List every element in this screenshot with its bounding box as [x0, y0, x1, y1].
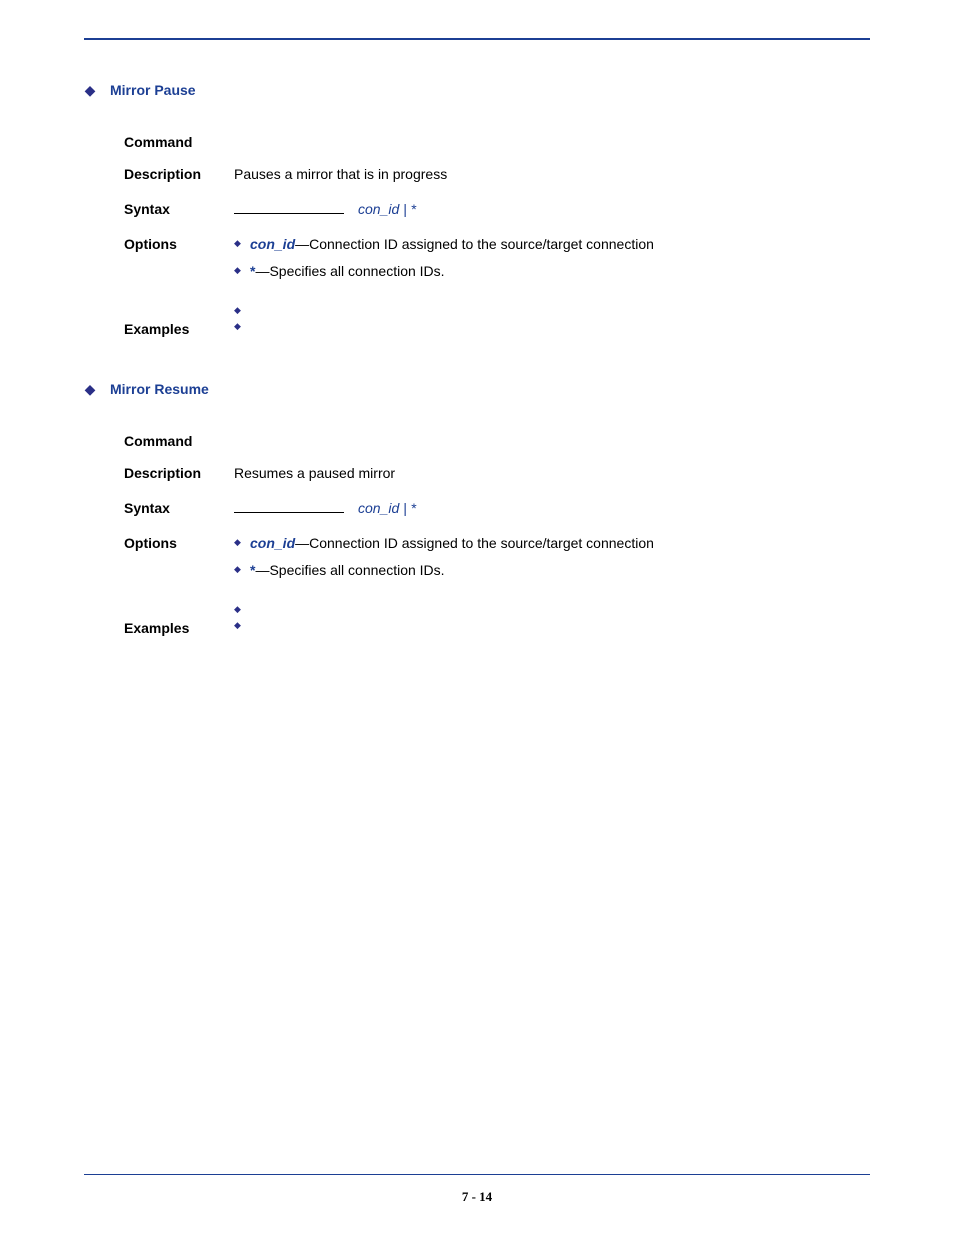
row-command: Command — [124, 433, 870, 449]
value-options: con_id—Connection ID assigned to the sou… — [234, 234, 870, 288]
syntax-cmd-placeholder — [234, 199, 344, 214]
label-examples: Examples — [124, 321, 234, 337]
row-description: Description Pauses a mirror that is in p… — [124, 164, 870, 185]
label-command: Command — [124, 433, 234, 449]
row-options: Options con_id—Connection ID assigned to… — [124, 533, 870, 587]
row-syntax: Syntax con_id | * — [124, 498, 870, 519]
section-title: Mirror Resume — [110, 381, 209, 397]
label-description: Description — [124, 166, 234, 182]
row-command: Command — [124, 134, 870, 150]
option-item: *—Specifies all connection IDs. — [234, 560, 870, 581]
example-item — [234, 302, 870, 318]
label-syntax: Syntax — [124, 500, 234, 516]
section-heading: ◆ Mirror Pause — [84, 82, 870, 98]
label-syntax: Syntax — [124, 201, 234, 217]
section-mirror-resume: ◆ Mirror Resume Command Description Resu… — [84, 381, 870, 636]
option-text: —Connection ID assigned to the source/ta… — [295, 535, 654, 551]
page-number: 7 - 14 — [84, 1189, 870, 1205]
row-examples: Examples — [124, 302, 870, 337]
option-item: con_id—Connection ID assigned to the sou… — [234, 234, 870, 255]
diamond-icon: ◆ — [84, 83, 96, 97]
section-heading: ◆ Mirror Resume — [84, 381, 870, 397]
value-examples — [234, 601, 870, 633]
syntax-arg: con_id | * — [358, 199, 416, 220]
option-item: con_id—Connection ID assigned to the sou… — [234, 533, 870, 554]
label-command: Command — [124, 134, 234, 150]
value-syntax: con_id | * — [234, 498, 870, 519]
option-text: —Specifies all connection IDs. — [255, 562, 444, 578]
bottom-rule — [84, 1174, 870, 1175]
example-item — [234, 617, 870, 633]
footer: 7 - 14 — [84, 1166, 870, 1205]
syntax-arg: con_id | * — [358, 498, 416, 519]
section-mirror-pause: ◆ Mirror Pause Command Description Pause… — [84, 82, 870, 337]
diamond-icon: ◆ — [84, 382, 96, 396]
row-examples: Examples — [124, 601, 870, 636]
option-keyword: con_id — [250, 236, 295, 252]
value-examples — [234, 302, 870, 334]
example-item — [234, 318, 870, 334]
label-description: Description — [124, 465, 234, 481]
label-examples: Examples — [124, 620, 234, 636]
option-item: *—Specifies all connection IDs. — [234, 261, 870, 282]
option-text: —Specifies all connection IDs. — [255, 263, 444, 279]
example-item — [234, 601, 870, 617]
row-options: Options con_id—Connection ID assigned to… — [124, 234, 870, 288]
row-description: Description Resumes a paused mirror — [124, 463, 870, 484]
value-options: con_id—Connection ID assigned to the sou… — [234, 533, 870, 587]
label-options: Options — [124, 535, 234, 551]
section-title: Mirror Pause — [110, 82, 196, 98]
option-keyword: con_id — [250, 535, 295, 551]
value-description: Resumes a paused mirror — [234, 463, 870, 484]
option-text: —Connection ID assigned to the source/ta… — [295, 236, 654, 252]
command-block: Command Description Resumes a paused mir… — [124, 433, 870, 636]
row-syntax: Syntax con_id | * — [124, 199, 870, 220]
value-syntax: con_id | * — [234, 199, 870, 220]
command-block: Command Description Pauses a mirror that… — [124, 134, 870, 337]
label-options: Options — [124, 236, 234, 252]
value-description: Pauses a mirror that is in progress — [234, 164, 870, 185]
syntax-cmd-placeholder — [234, 498, 344, 513]
